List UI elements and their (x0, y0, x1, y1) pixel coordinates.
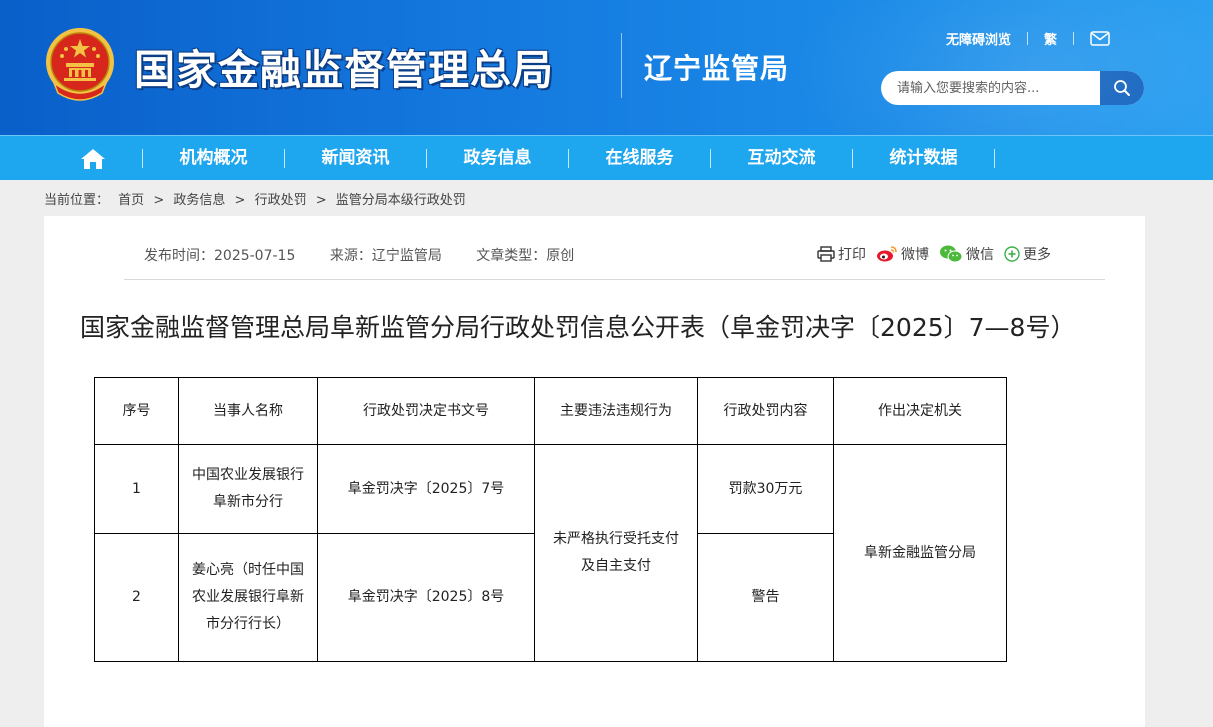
nav-item-interaction[interactable]: 互动交流 (711, 136, 852, 181)
table-header: 主要违法违规行为 (534, 377, 698, 445)
plus-circle-icon (1004, 246, 1020, 262)
breadcrumb-label: 当前位置： (44, 193, 110, 208)
table-cell-no: 2 (94, 533, 179, 662)
breadcrumb-separator: > (153, 193, 165, 208)
nav-divider (994, 149, 995, 168)
meta-divider (124, 279, 1105, 280)
search-button[interactable] (1100, 71, 1144, 105)
weibo-icon (877, 246, 897, 262)
table-cell-penalty: 警告 (697, 533, 834, 662)
wechat-label: 微信 (966, 247, 994, 263)
table-header: 作出决定机关 (833, 377, 1007, 445)
table-cell-doc-no: 阜金罚决字〔2025〕8号 (317, 533, 535, 662)
breadcrumb-penalty[interactable]: 行政处罚 (255, 193, 307, 208)
mail-icon[interactable] (1090, 30, 1110, 46)
table-header: 行政处罚决定书文号 (317, 377, 535, 445)
table-cell-party: 中国农业发展银行阜新市分行 (178, 444, 318, 534)
table-row: 1 中国农业发展银行阜新市分行 阜金罚决字〔2025〕7号 未严格执行受托支付及… (94, 444, 1007, 662)
table-cell-no: 1 (94, 444, 179, 534)
table-cell-penalty: 罚款30万元 (697, 444, 834, 534)
table-cell-doc-no: 阜金罚决字〔2025〕7号 (317, 444, 535, 534)
search-input[interactable] (881, 71, 1100, 105)
nav-item-government-info[interactable]: 政务信息 (427, 136, 568, 181)
table-header: 行政处罚内容 (697, 377, 834, 445)
national-emblem-icon[interactable] (44, 25, 116, 101)
breadcrumb-home[interactable]: 首页 (118, 193, 144, 208)
table-cell-party: 姜心亮（时任中国农业发展银行阜新市分行行长） (178, 533, 318, 662)
article-title: 国家金融监督管理总局阜新监管分局行政处罚信息公开表（阜金罚决字〔2025〕7—8… (80, 313, 1076, 342)
site-header: 国家金融监督管理总局 辽宁监管局 无障碍浏览 繁 (0, 0, 1213, 135)
table-cell-violation: 未严格执行受托支付及自主支付 (534, 444, 698, 662)
main-nav: 机构概况 新闻资讯 政务信息 在线服务 互动交流 统计数据 (0, 135, 1213, 180)
breadcrumb-separator: > (234, 193, 246, 208)
print-button[interactable]: 打印 (817, 244, 866, 264)
nav-item-online-service[interactable]: 在线服务 (569, 136, 710, 181)
link-divider (1073, 31, 1075, 45)
table-cell-authority: 阜新金融监管分局 (833, 444, 1007, 662)
table-header: 序号 (94, 377, 179, 445)
more-share-button[interactable]: 更多 (1004, 244, 1051, 264)
search-box (881, 71, 1144, 105)
article-type: 文章类型：原创 (476, 248, 575, 264)
accessibility-link[interactable]: 无障碍浏览 (946, 29, 1011, 48)
table-header-row: 序号 当事人名称 行政处罚决定书文号 主要违法违规行为 行政处罚内容 作出决定机… (94, 377, 1007, 445)
home-icon (81, 148, 105, 169)
traditional-chinese-link[interactable]: 繁 (1044, 29, 1057, 48)
search-icon (1114, 80, 1130, 96)
nav-item-statistics[interactable]: 统计数据 (853, 136, 994, 181)
top-links: 无障碍浏览 繁 (946, 29, 1110, 48)
article-meta: 发布时间：2025-07-15 来源：辽宁监管局 文章类型：原创 (144, 245, 604, 265)
nav-item-about[interactable]: 机构概况 (143, 136, 284, 181)
breadcrumb: 当前位置： 首页 > 政务信息 > 行政处罚 > 监管分局本级行政处罚 (44, 189, 471, 208)
share-bar: 打印 微博 微信 更多 (817, 244, 1061, 264)
printer-icon (817, 246, 835, 262)
site-title[interactable]: 国家金融监督管理总局 (134, 36, 554, 96)
breadcrumb-current[interactable]: 监管分局本级行政处罚 (336, 193, 466, 208)
link-divider (1027, 31, 1029, 45)
breadcrumb-government-info[interactable]: 政务信息 (173, 193, 225, 208)
article-panel: 发布时间：2025-07-15 来源：辽宁监管局 文章类型：原创 打印 微博 微… (44, 216, 1145, 727)
penalty-table: 序号 当事人名称 行政处罚决定书文号 主要违法违规行为 行政处罚内容 作出决定机… (94, 377, 1007, 662)
article-source: 来源：辽宁监管局 (329, 248, 442, 264)
publish-time: 发布时间：2025-07-15 (144, 248, 296, 264)
print-label: 打印 (838, 247, 866, 263)
breadcrumb-separator: > (315, 193, 327, 208)
title-divider (621, 33, 622, 98)
nav-home[interactable] (44, 136, 142, 181)
nav-item-news[interactable]: 新闻资讯 (285, 136, 426, 181)
weibo-label: 微博 (901, 247, 929, 263)
wechat-icon (940, 245, 963, 263)
table-header: 当事人名称 (178, 377, 318, 445)
weibo-share-button[interactable]: 微博 (876, 244, 929, 264)
more-label: 更多 (1023, 247, 1051, 263)
wechat-share-button[interactable]: 微信 (939, 244, 994, 264)
site-subtitle: 辽宁监管局 (644, 52, 790, 85)
